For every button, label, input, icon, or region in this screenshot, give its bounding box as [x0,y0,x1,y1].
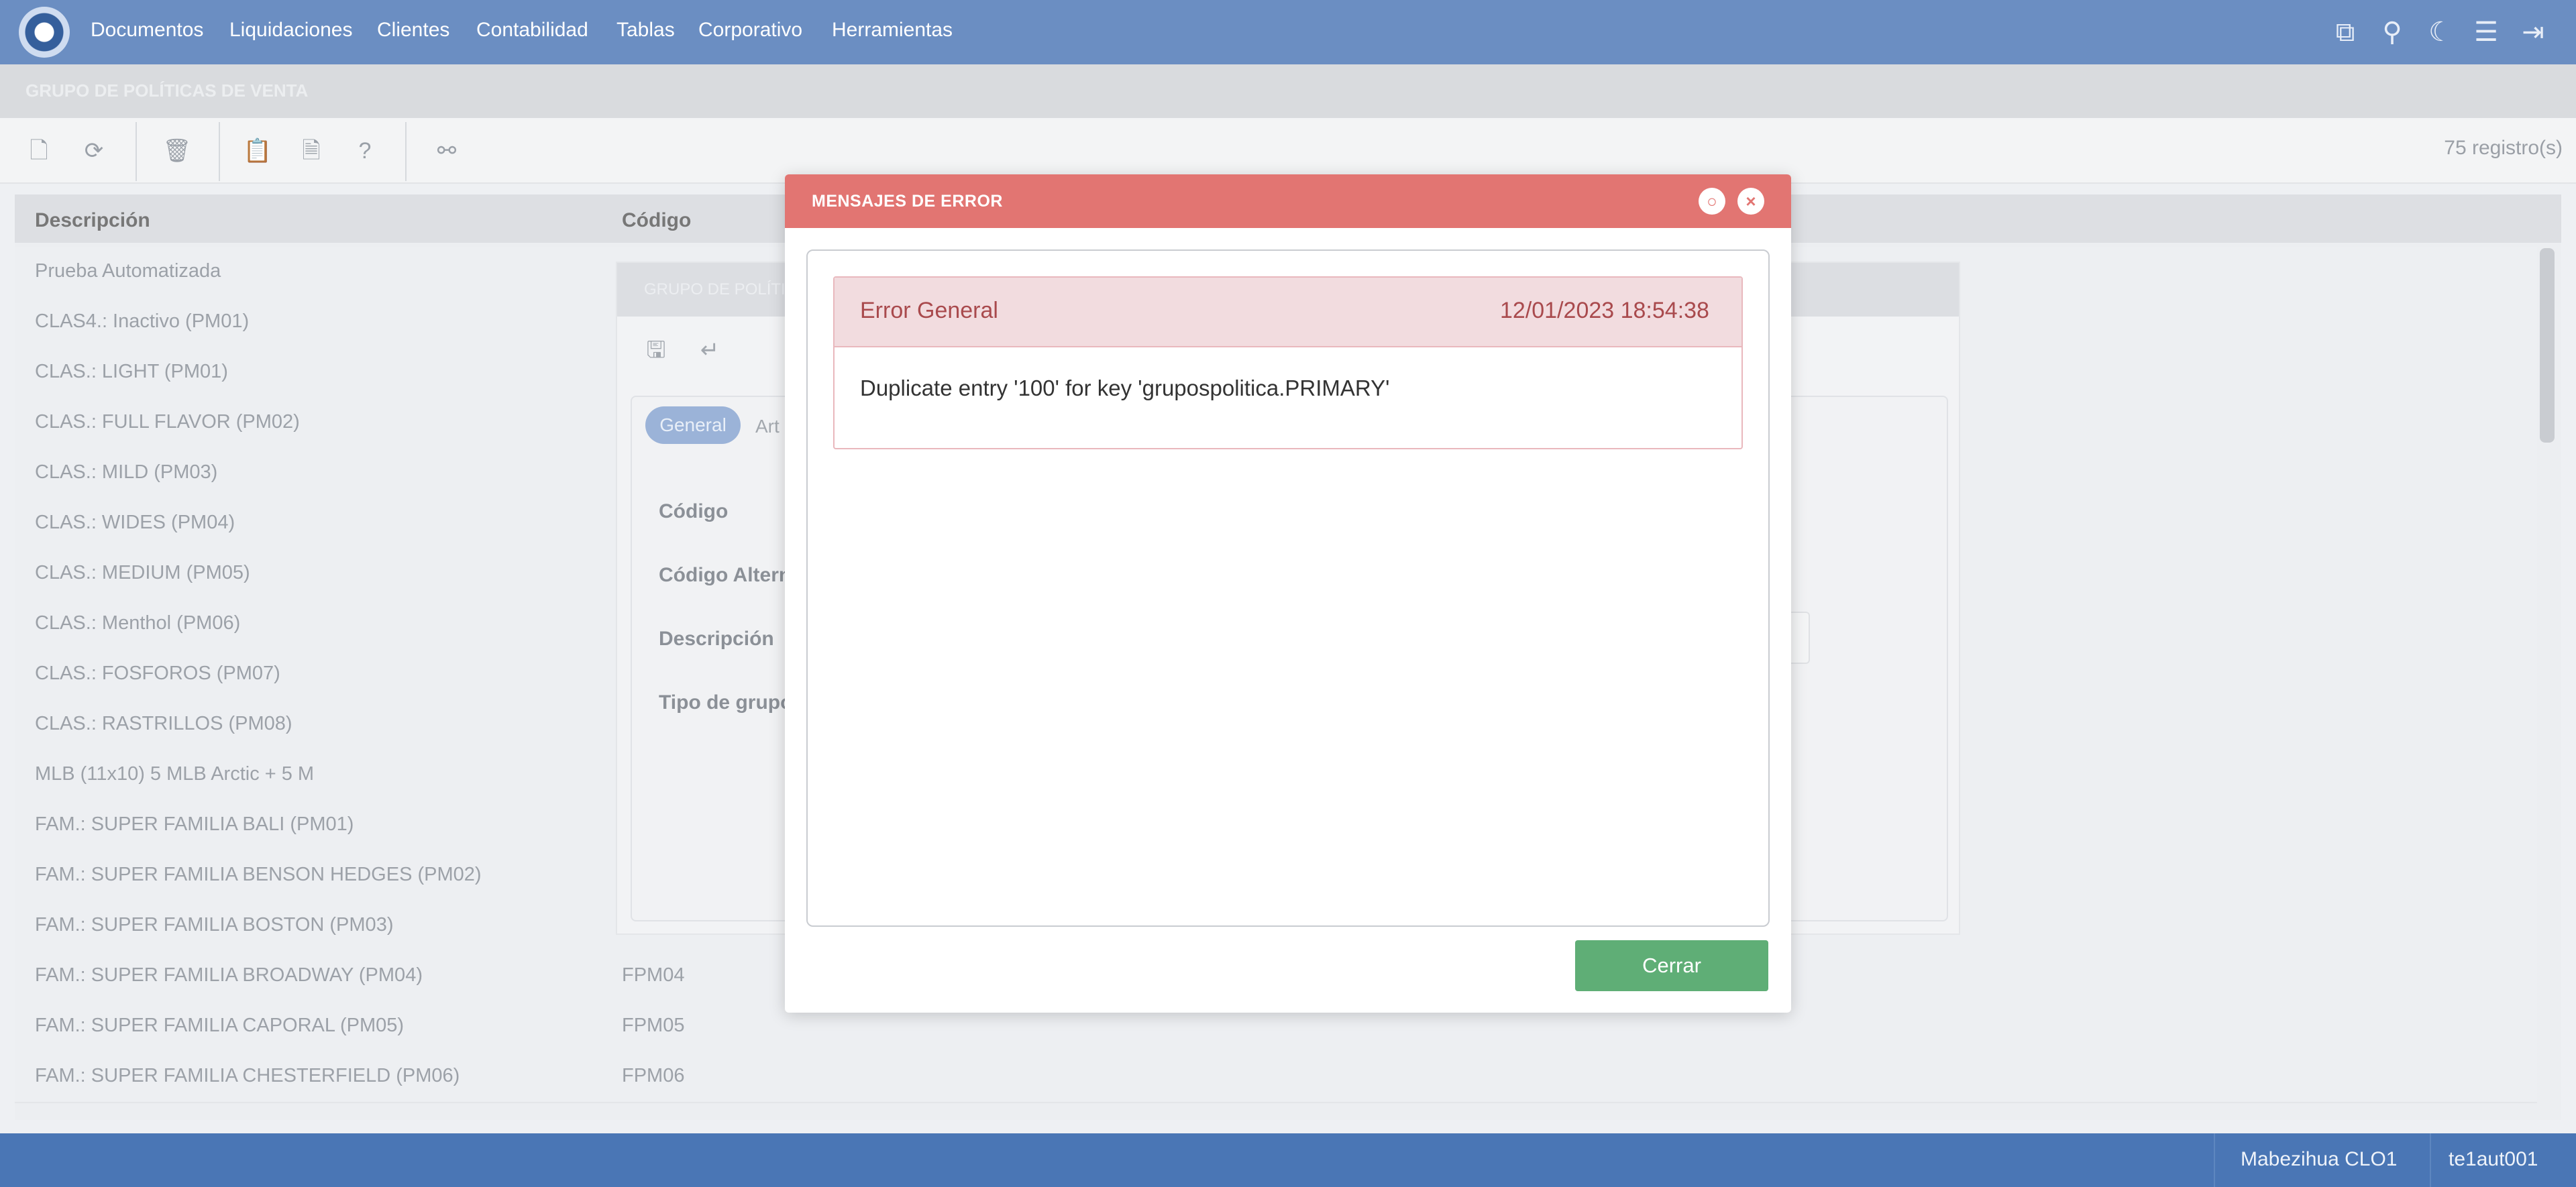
cell-descripcion: CLAS.: LIGHT (PM01) [35,361,228,382]
error-timestamp: 12/01/2023 18:54:38 [1500,298,1709,323]
cell-descripcion: CLAS.: WIDES (PM04) [35,512,235,533]
return-icon[interactable]: ↵ [692,333,727,368]
vertical-scrollbar[interactable] [2540,248,2555,443]
error-message: Duplicate entry '100' for key 'grupospol… [860,376,1390,400]
label-tipo-de-grupo: Tipo de grupo [659,691,793,714]
cell-descripcion: CLAS.: Menthol (PM06) [35,612,241,634]
label-codigo-alterno: Código Altern [659,564,792,586]
cell-descripcion: MLB (11x10) 5 MLB Arctic + 5 M [35,763,315,785]
error-title: Error General [860,298,998,323]
nav-corporativo[interactable]: Corporativo [698,19,802,42]
form-dialog-title: GRUPO DE POLÍTI [644,280,786,298]
status-divider [2430,1133,2431,1187]
maximize-icon[interactable]: ○ [1699,188,1725,215]
menu-icon[interactable]: ☰ [2469,15,2504,50]
cell-codigo: FPM06 [622,1065,685,1086]
nav-documentos[interactable]: Documentos [91,19,203,42]
cell-descripcion: CLAS.: FOSFOROS (PM07) [35,663,280,684]
close-button[interactable]: Cerrar [1575,940,1768,991]
cell-descripcion: FAM.: SUPER FAMILIA BROADWAY (PM04) [35,964,423,986]
binoculars-icon[interactable]: ⚯ [428,134,466,168]
help-icon[interactable]: ? [346,134,384,168]
status-instance: te1aut001 [2449,1148,2538,1170]
cell-descripcion: Prueba Automatizada [35,260,221,282]
export-icon[interactable]: 🗎 [292,134,330,168]
cell-codigo: FPM05 [622,1015,685,1036]
cell-descripcion: FAM.: SUPER FAMILIA CHESTERFIELD (PM06) [35,1065,460,1086]
clipboard-icon[interactable]: 📋 [239,134,276,168]
cell-descripcion: FAM.: SUPER FAMILIA BOSTON (PM03) [35,914,394,936]
cell-descripcion: FAM.: SUPER FAMILIA BENSON HEDGES (PM02) [35,864,482,885]
nav-tablas[interactable]: Tablas [616,19,675,42]
error-modal-title: MENSAJES DE ERROR [812,192,1003,211]
table-row[interactable]: FAM.: SUPER FAMILIA CHESTERFIELD (PM06) F… [15,1052,2537,1103]
close-icon[interactable]: × [1737,188,1764,215]
moon-icon[interactable]: ☾ [2423,15,2458,50]
status-bar [0,1133,2576,1187]
status-user: Mabezihua CLO1 [2241,1148,2398,1170]
app-logo[interactable] [19,7,70,58]
cell-descripcion: CLAS.: MEDIUM (PM05) [35,562,250,583]
cell-descripcion: CLAS.: FULL FLAVOR (PM02) [35,411,300,433]
tab-articulos[interactable]: Art [755,416,780,437]
column-header-codigo[interactable]: Código [622,209,691,232]
cell-descripcion: CLAS.: RASTRILLOS (PM08) [35,713,292,734]
tab-general[interactable]: General [645,406,741,444]
windows-icon[interactable]: ⧉ [2328,15,2363,50]
save-icon[interactable]: 🖫 [639,333,674,368]
page-header: GRUPO DE POLÍTICAS DE VENTA [0,64,2576,118]
label-descripcion: Descripción [659,628,774,650]
page-title: GRUPO DE POLÍTICAS DE VENTA [25,80,309,101]
nav-herramientas[interactable]: Herramientas [832,19,953,42]
status-divider [2214,1133,2215,1187]
nav-liquidaciones[interactable]: Liquidaciones [229,19,352,42]
cell-descripcion: CLAS4.: Inactivo (PM01) [35,310,250,332]
delete-icon[interactable]: 🗑 [158,134,196,168]
toolbar-divider [219,122,220,181]
toolbar-divider [136,122,137,181]
cell-descripcion: CLAS.: MILD (PM03) [35,461,218,483]
cell-descripcion: FAM.: SUPER FAMILIA CAPORAL (PM05) [35,1015,405,1036]
column-header-descripcion[interactable]: Descripción [35,209,150,232]
cell-descripcion: FAM.: SUPER FAMILIA BALI (PM01) [35,813,354,835]
label-codigo: Código [659,500,729,522]
record-count: 75 registro(s) [2444,137,2563,159]
logout-icon[interactable]: ⇥ [2516,15,2551,50]
cell-codigo: FPM04 [622,964,685,986]
nav-contabilidad[interactable]: Contabilidad [476,19,588,42]
search-icon[interactable]: ⚲ [2375,15,2410,50]
nav-clientes[interactable]: Clientes [377,19,449,42]
new-document-icon[interactable]: 🗋 [20,134,58,168]
toolbar-divider [405,122,407,181]
refresh-icon[interactable]: ⟳ [75,134,113,168]
